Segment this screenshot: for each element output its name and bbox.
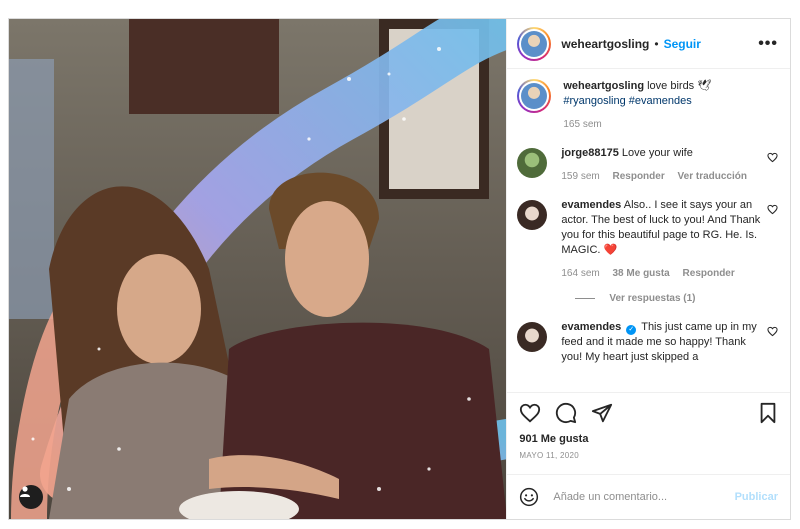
- more-icon[interactable]: •••: [758, 35, 778, 53]
- post-sidebar: weheartgosling • Seguir ••• weheartgosli…: [506, 19, 790, 519]
- comment-input[interactable]: [551, 490, 735, 504]
- author-username[interactable]: weheartgosling: [561, 37, 649, 51]
- separator-dot: •: [654, 36, 659, 51]
- caption-avatar[interactable]: [517, 79, 552, 113]
- emoji-icon[interactable]: [519, 487, 539, 507]
- instagram-post: weheartgosling • Seguir ••• weheartgosli…: [8, 18, 791, 520]
- caption-text: love birds 🕊: [647, 80, 712, 92]
- comment-heart-icon[interactable]: [767, 204, 778, 215]
- comment-username[interactable]: evamendes: [561, 199, 621, 211]
- author-avatar[interactable]: [517, 26, 552, 61]
- caption-time: 165 sem: [563, 119, 602, 130]
- comment-time: 164 sem: [561, 268, 600, 279]
- user-tag-icon: [20, 486, 30, 497]
- comment-item: evamendes Also.. I see it says your an a…: [517, 198, 778, 281]
- comment-icon[interactable]: [555, 402, 577, 424]
- save-icon[interactable]: [758, 402, 778, 424]
- view-replies-button[interactable]: Ver respuestas (1): [575, 293, 778, 304]
- reply-button[interactable]: Responder: [613, 171, 665, 182]
- post-photo[interactable]: [9, 19, 507, 519]
- add-comment-bar: Publicar: [507, 474, 790, 519]
- comment-text: Love your wife: [621, 147, 693, 159]
- verified-icon: ✓: [626, 325, 637, 335]
- action-icons: [519, 401, 778, 425]
- post-date: MAYO 11, 2020: [519, 451, 579, 460]
- caption-hashtags[interactable]: #ryangosling #evamendes: [563, 95, 691, 107]
- user-tag-button[interactable]: [19, 485, 43, 509]
- view-replies-label: Ver respuestas (1): [609, 293, 696, 304]
- translate-button[interactable]: Ver traducción: [678, 171, 747, 182]
- post-photo-illustration: [9, 19, 507, 519]
- commenter-avatar[interactable]: [517, 148, 548, 178]
- comment-heart-icon[interactable]: [767, 326, 778, 337]
- caption-username[interactable]: weheartgosling: [563, 80, 644, 92]
- follow-button[interactable]: Seguir: [664, 37, 701, 51]
- post-header: weheartgosling • Seguir •••: [507, 19, 790, 69]
- comment-item: evamendes ✓ This just came up in my feed…: [517, 320, 778, 365]
- comment-item: jorge88175 Love your wife 159 sem Respon…: [517, 146, 778, 184]
- likes-count[interactable]: 901 Me gusta: [519, 433, 778, 445]
- replies-divider: [575, 298, 596, 299]
- share-icon[interactable]: [591, 402, 613, 424]
- commenter-avatar[interactable]: [517, 200, 548, 230]
- comments-list[interactable]: weheartgosling love birds 🕊 #ryangosling…: [507, 69, 790, 392]
- comment-likes[interactable]: 38 Me gusta: [613, 268, 670, 279]
- comment-username[interactable]: evamendes: [561, 321, 621, 333]
- comment-time: 159 sem: [561, 171, 600, 182]
- reply-button[interactable]: Responder: [683, 268, 735, 279]
- caption: weheartgosling love birds 🕊 #ryangosling…: [517, 79, 778, 132]
- heart-icon[interactable]: [519, 402, 541, 424]
- publish-button[interactable]: Publicar: [735, 491, 778, 503]
- commenter-avatar[interactable]: [517, 322, 548, 352]
- comment-heart-icon[interactable]: [767, 152, 778, 163]
- comment-username[interactable]: jorge88175: [561, 147, 618, 159]
- post-actions: 901 Me gusta MAYO 11, 2020: [507, 392, 790, 460]
